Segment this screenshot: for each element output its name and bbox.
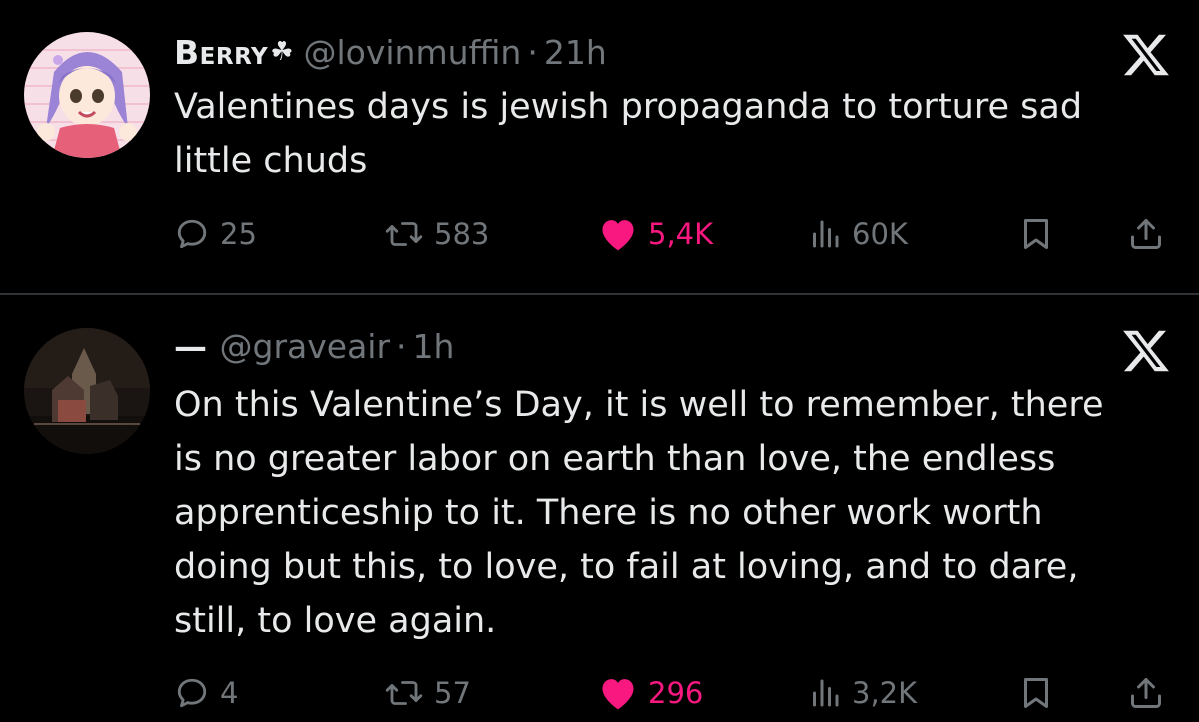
tweet-card[interactable]: Berry ☘ @lovinmuffin · 21h Valentines da… <box>0 0 1199 292</box>
bookmark-button[interactable] <box>1020 673 1052 713</box>
retweet-count: 583 <box>434 217 490 251</box>
avatar[interactable] <box>24 328 150 454</box>
tweet-header: — @graveair · 1h <box>174 324 454 368</box>
views-count: 60K <box>852 217 908 251</box>
separator-dot: · <box>527 32 538 72</box>
handle[interactable]: @graveair <box>220 327 391 366</box>
display-name[interactable]: — <box>174 327 208 366</box>
action-bar: 25 583 5,4K 60K <box>174 214 1174 254</box>
retweet-count: 57 <box>434 676 471 710</box>
tweet-text: On this Valentine’s Day, it is well to r… <box>174 385 1104 641</box>
tweet-divider <box>0 293 1199 295</box>
x-logo-icon[interactable] <box>1121 30 1171 80</box>
share-icon <box>1131 219 1161 249</box>
timestamp[interactable]: 21h <box>544 33 607 72</box>
share-button[interactable] <box>1128 673 1164 713</box>
avatar[interactable] <box>24 32 150 158</box>
views-button[interactable]: 60K <box>808 214 908 254</box>
separator-dot: · <box>396 326 407 366</box>
retweet-button[interactable]: 583 <box>384 214 489 254</box>
display-name[interactable]: Berry <box>174 33 268 72</box>
retweet-button[interactable]: 57 <box>384 673 471 713</box>
avatar-dark-painting-image <box>24 328 150 454</box>
like-button[interactable]: 5,4K <box>598 214 713 254</box>
views-icon <box>813 679 839 707</box>
tweet-card[interactable]: — @graveair · 1h On this Valentine’s Day… <box>0 296 1199 722</box>
views-icon <box>813 220 839 248</box>
like-button[interactable]: 296 <box>598 673 703 713</box>
action-bar: 4 57 296 3,2K <box>174 673 1174 713</box>
tweet-header: Berry ☘ @lovinmuffin · 21h <box>174 30 607 74</box>
tweet-text: Valentines days is jewish propaganda to … <box>174 87 1083 181</box>
views-count: 3,2K <box>852 676 918 710</box>
reply-button[interactable]: 25 <box>174 214 257 254</box>
timestamp[interactable]: 1h <box>413 327 455 366</box>
retweet-icon <box>385 222 423 246</box>
views-button[interactable]: 3,2K <box>808 673 917 713</box>
reply-count: 25 <box>220 217 257 251</box>
share-button[interactable] <box>1128 214 1164 254</box>
shamrock-emoji: ☘ <box>270 37 294 67</box>
reply-icon <box>177 678 207 708</box>
reply-count: 4 <box>220 676 239 710</box>
heart-icon <box>602 220 634 251</box>
like-count: 5,4K <box>648 217 714 251</box>
x-logo-icon <box>1123 330 1169 372</box>
like-count: 296 <box>648 676 704 710</box>
share-icon <box>1131 678 1161 708</box>
x-logo-icon[interactable] <box>1121 326 1171 376</box>
heart-icon <box>602 679 634 710</box>
avatar-anime-girl-image <box>24 32 150 158</box>
retweet-icon <box>385 681 423 705</box>
bookmark-icon <box>1024 219 1048 249</box>
reply-button[interactable]: 4 <box>174 673 238 713</box>
handle[interactable]: @lovinmuffin <box>304 33 522 72</box>
x-logo-icon <box>1123 34 1169 76</box>
bookmark-button[interactable] <box>1020 214 1052 254</box>
reply-icon <box>177 219 207 249</box>
bookmark-icon <box>1024 678 1048 708</box>
